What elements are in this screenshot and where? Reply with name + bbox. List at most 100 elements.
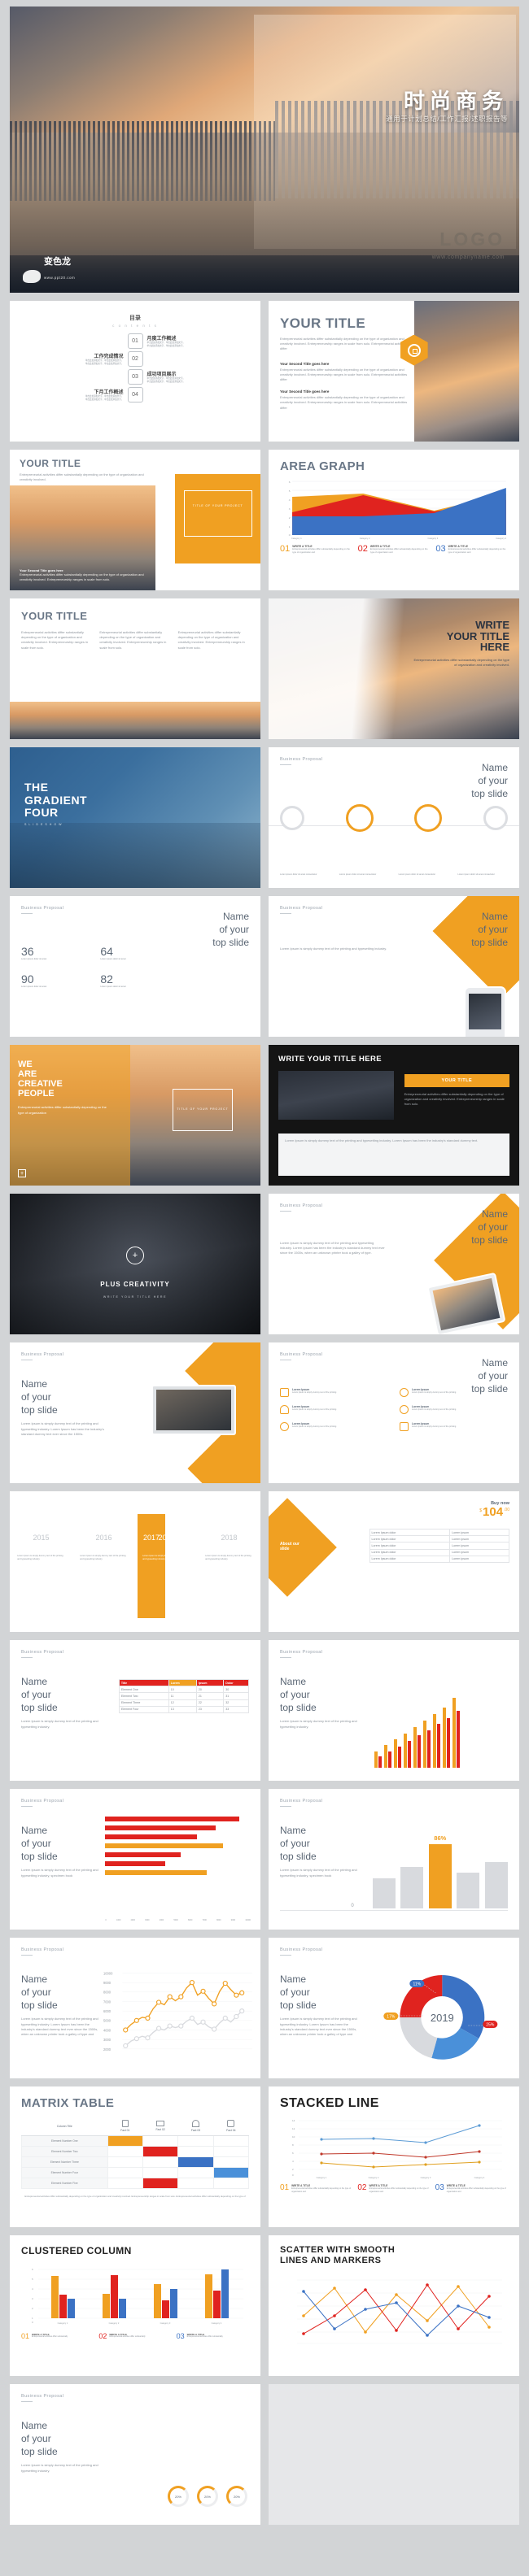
timeline-year-active[interactable]: 2017 (158, 1534, 174, 1542)
fact-item: 01 WRITE A TITLE Entrepreneurial activit… (21, 2333, 94, 2340)
slide-table[interactable]: Business Proposal Name of your top slide… (10, 1640, 260, 1781)
slide-line-chart[interactable]: Business Proposal Name of your top slide… (10, 1938, 260, 2078)
slide-four-circles[interactable]: Business Proposal Name of your top slide… (269, 747, 519, 888)
slide-stacked-line[interactable]: STACKED LINE 14 12 10 864 20 Category 1 … (269, 2086, 519, 2227)
fact-number: 01 (280, 2183, 290, 2192)
bar (484, 1861, 508, 1908)
deck-row: Business Proposal Name of your top slide… (10, 1640, 519, 1781)
slide-stats[interactable]: Business Proposal Name of your top slide… (10, 896, 260, 1037)
slide-creative-people[interactable]: WE ARE CREATIVE PEOPLE Entrepreneurial a… (10, 1045, 260, 1186)
slide-clustered-column[interactable]: CLUSTERED COLUMN 654 3210 Category 1 Cat… (10, 2235, 260, 2376)
svg-text:14: 14 (292, 2119, 295, 2122)
step-circle-active[interactable] (414, 804, 443, 832)
slide-deck-preview: 时尚商务 通用于计划总结/工作汇报/述职报告等 LOGO www.company… (0, 0, 529, 2539)
row-label: Element Number Two (21, 2146, 108, 2157)
slide-your-title-3[interactable]: YOUR TITLE Entrepreneurial activities di… (10, 598, 260, 739)
slide-donut-chart[interactable]: Business Proposal Name of your top slide… (269, 1938, 519, 2078)
table-row: Lorem Ipsum dolor Lorem ipsum (369, 1548, 509, 1556)
slide-percent-chart[interactable]: Business Proposal Name of your top slide… (269, 1789, 519, 1930)
bar (105, 1870, 208, 1875)
circle-caption: Lorem ipsum dolor sit amet consectetur (457, 872, 495, 876)
title-line-3: FOUR (24, 806, 59, 820)
svg-text:8000: 8000 (103, 1991, 111, 1995)
slide-timeline[interactable]: 2015 2016 2017 2018 2017 Lorem Ipsum is … (10, 1491, 260, 1632)
page-title: PLUS CREATIVITY (100, 1281, 170, 1289)
svg-text:2: 2 (289, 516, 291, 520)
plus-icon[interactable]: + (18, 1169, 26, 1177)
slide-placeholder (269, 2384, 519, 2525)
timeline-caption: Lorem Ipsum is simply dummy text of the … (205, 1555, 251, 1561)
slide-hbar-chart[interactable]: Business Proposal Name of your top slide… (10, 1789, 260, 1930)
slide-icon-grid[interactable]: Business Proposal Name of your top slide… (269, 1342, 519, 1483)
agenda-item[interactable]: 工作完成情况 单击此处添加文字，单击此处添加文字。 单击此处添加文字，单击此处添… (21, 351, 249, 367)
title-line-4: PEOPLE (18, 1089, 55, 1099)
divider (21, 2401, 33, 2402)
step-circle[interactable] (280, 806, 304, 830)
donut-label: 11% (413, 1982, 422, 1987)
icon-body: Lorem Ipsum is simply dummy text of the … (412, 1408, 457, 1411)
percent-chart: 86% (372, 1834, 508, 1908)
fact-number: 03 (435, 544, 446, 554)
divider (280, 913, 291, 914)
agenda-item[interactable]: 01 月度工作概述 单击此处添加文字，单击此处添加文字。 单击此处添加文字，单击… (21, 333, 249, 349)
slide-your-title-1[interactable]: YOUR TITLE Entrepreneurial activities di… (269, 301, 519, 442)
circle-caption: Lorem ipsum dolor sit amet consectetur (398, 872, 436, 876)
price-value: 104 (483, 1505, 504, 1519)
slide-write-your-title[interactable]: WRITE YOUR TITLE HERE Entrepreneurial ac… (269, 598, 519, 739)
laptop-mockup (151, 1385, 236, 1435)
slide-pricing[interactable]: About our slide Buy now $ 104 .00 Lorem … (269, 1491, 519, 1632)
icon-body: Lorem Ipsum is simply dummy text of the … (412, 1425, 457, 1428)
page-title: MATRIX TABLE (21, 2096, 115, 2110)
axis-tick: 5000 (173, 1919, 178, 1921)
svg-text:Category 4: Category 4 (212, 2321, 222, 2325)
step-circle[interactable] (483, 806, 508, 830)
fact-item: 03 WRITE A TITLE Entrepreneurial activit… (435, 544, 508, 555)
slide-area-graph[interactable]: AREA GRAPH 654 3 2 1 0 Category 1 Catego… (269, 450, 519, 590)
timeline-year[interactable]: 2018 (221, 1534, 237, 1542)
slide-column-chart[interactable]: Business Proposal Name of your top slide… (269, 1640, 519, 1781)
slide-tablet[interactable]: Business Proposal Name of your top slide… (269, 1194, 519, 1334)
stat-value: 64 (100, 945, 113, 958)
brand-url: www.ppt20.com (44, 276, 76, 280)
slide-cover[interactable]: 时尚商务 通用于计划总结/工作汇报/述职报告等 LOGO www.company… (10, 7, 519, 293)
svg-text:6000: 6000 (103, 2009, 111, 2013)
cell: 13 (168, 1705, 197, 1713)
slide-gradient-four[interactable]: THE GRADIENT FOUR SLIDESHOW (10, 747, 260, 888)
agenda-item[interactable]: 03 成功项目展示 单击此处添加文字，单击此处添加文字。 单击此处添加文字，单击… (21, 369, 249, 385)
table-header-row: Column Title Fact 01 Fact 02 Fact 03 Fac… (21, 2117, 249, 2136)
slide-final[interactable]: Business Proposal Name of your top slide… (10, 2384, 260, 2525)
timeline-year[interactable]: 2015 (33, 1534, 49, 1542)
slide-write-title-here[interactable]: WRITE YOUR TITLE HERE YOUR TITLE Entrepr… (269, 1045, 519, 1186)
svg-text:7000: 7000 (103, 1999, 111, 2004)
axis-tick: Category 4 (496, 537, 506, 540)
body-text: Lorem Ipsum is simply dummy text of the … (280, 946, 387, 951)
slide-your-title-2[interactable]: TITLE OF YOUR PROJECT YOUR TITLE Entrepr… (10, 450, 260, 590)
table-row: Element Three 12 22 32 (118, 1699, 249, 1707)
donut-label: 17% (387, 2015, 396, 2020)
slide-matrix-table[interactable]: MATRIX TABLE Column Title Fact 01 Fact 0… (10, 2086, 260, 2227)
slide-agenda[interactable]: 目录 c o n t e n t s 01 月度工作概述 单击此处添加文字，单击… (10, 301, 260, 442)
plus-icon[interactable]: + (126, 1247, 144, 1265)
slide-scatter-smooth[interactable]: SCATTER WITH SMOOTH LINES AND MARKERS (269, 2235, 519, 2376)
slide-laptop[interactable]: Business Proposal Name of your top slide… (10, 1342, 260, 1483)
agenda-bullet: 单击此处添加文字，单击此处添加文字。 (146, 381, 186, 383)
divider (280, 764, 291, 765)
cell: Lorem ipsum (449, 1542, 509, 1550)
divider (280, 1657, 291, 1658)
body-text: Entrepreneurial activities differ substa… (280, 337, 408, 351)
fact-item: 02 WRITE A TITLE Entrepreneurial activit… (98, 2333, 171, 2340)
cell: 11 (168, 1692, 197, 1700)
slide-phone[interactable]: Business Proposal Name of your top slide… (269, 896, 519, 1037)
fact-item: 03 WRITE A TITLE Entrepreneurial activit… (177, 2333, 249, 2340)
icon-item: Lorem Ipsum Lorem Ipsum is simply dummy … (280, 1405, 388, 1414)
agenda-label: 月度工作概述 (146, 336, 177, 342)
agenda-item[interactable]: 下月工作概述 单击此处添加文字，单击此处添加文字。 单击此处添加文字，单击此处添… (21, 387, 249, 402)
step-circle-active[interactable] (345, 804, 374, 832)
orange-panel: TITLE OF YOUR PROJECT (175, 474, 260, 564)
cell: 12 (168, 1699, 197, 1707)
timeline-year[interactable]: 2016 (95, 1534, 111, 1542)
divider (21, 1657, 33, 1658)
slide-plus-creativity[interactable]: + PLUS CREATIVITY WRITE YOUR TITLE HERE (10, 1194, 260, 1334)
stat-item: 64 Lorem ipsum dolor sit amet (100, 945, 166, 961)
row-label: Element Number Four (21, 2167, 108, 2178)
